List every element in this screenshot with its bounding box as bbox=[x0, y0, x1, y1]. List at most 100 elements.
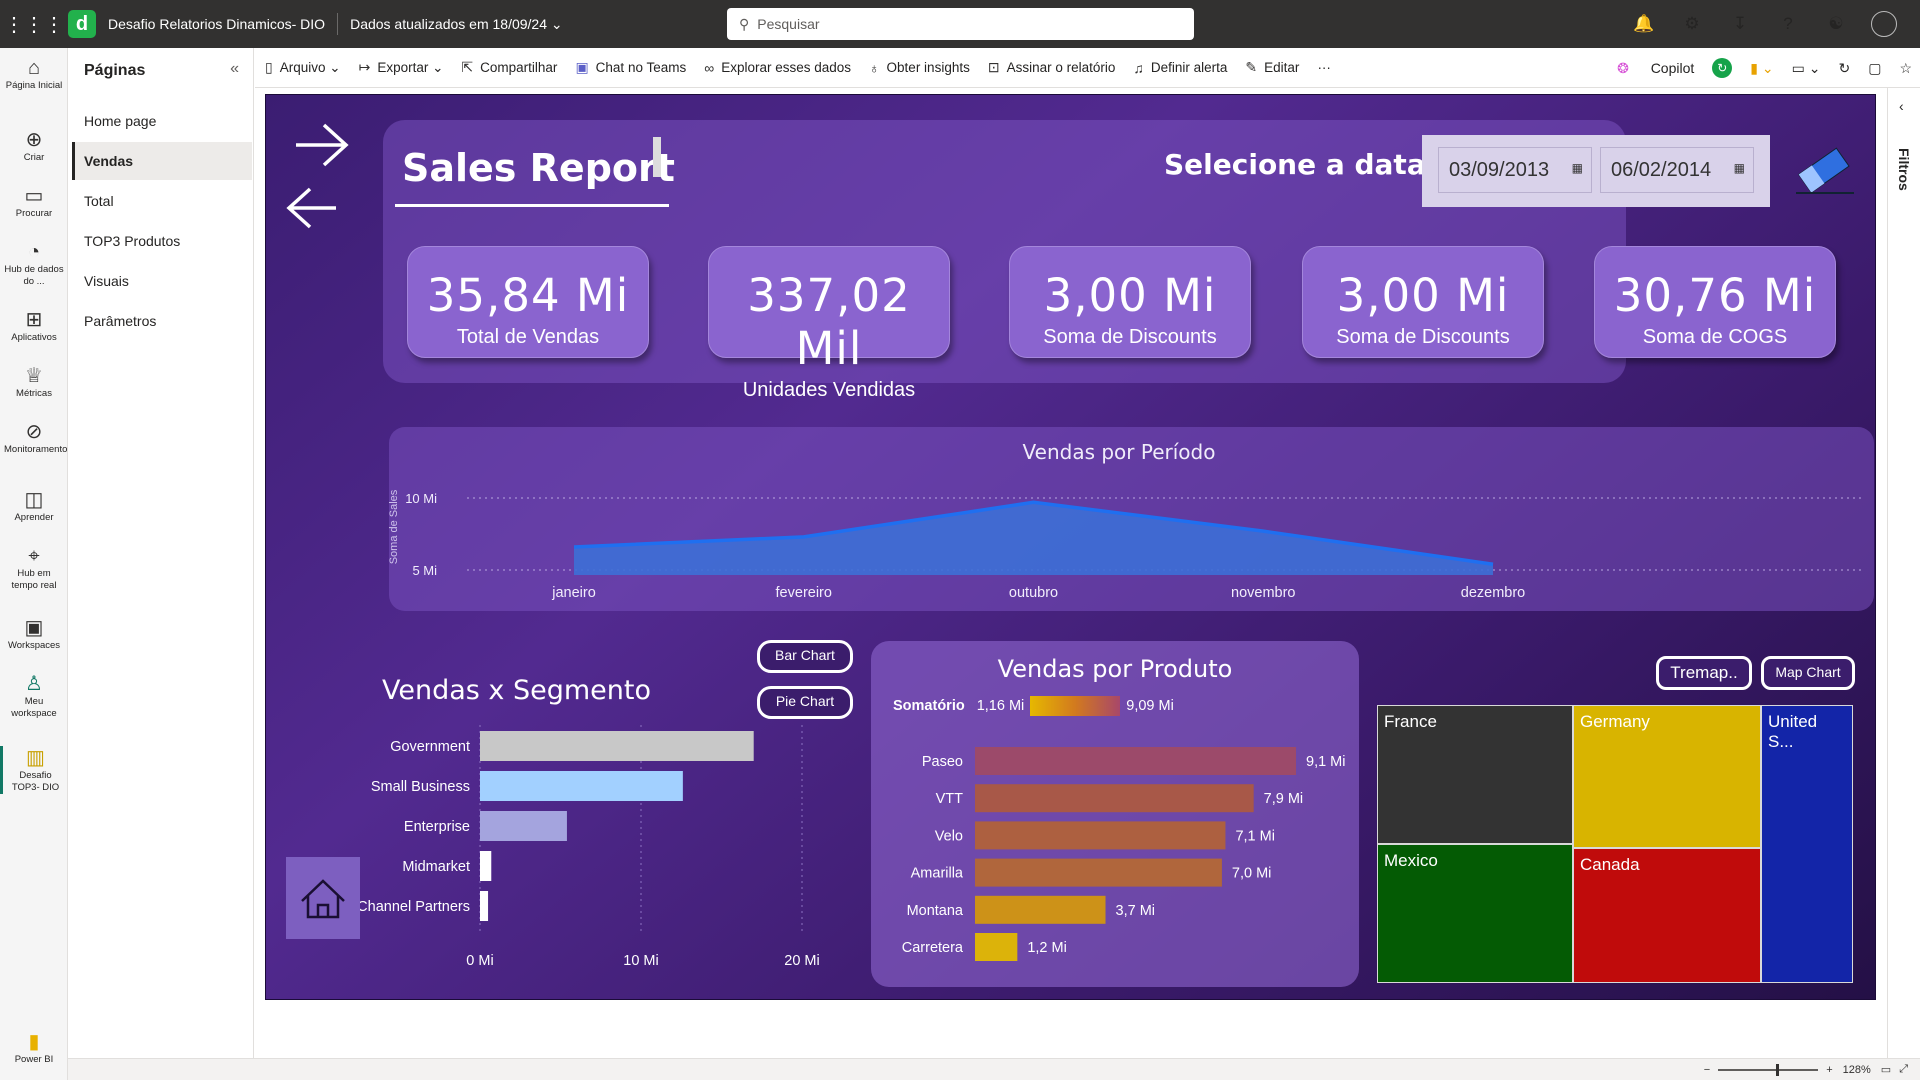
x-tick-label: 0 Mi bbox=[466, 953, 493, 969]
chevron-down-icon: ⌄ bbox=[550, 15, 563, 32]
alert-button[interactable]: ♫ Definir alerta bbox=[1133, 60, 1227, 76]
product-bar-chart: Paseo 9,1 Mi VTT 7,9 Mi Velo 7,1 Mi Amarilla 7,… bbox=[871, 740, 1359, 980]
toolbar-label: Assinar o relatório bbox=[1006, 60, 1116, 75]
page-item-parametros[interactable]: Parâmetros bbox=[72, 302, 252, 340]
zoom-slider[interactable] bbox=[1718, 1063, 1819, 1076]
bell-icon[interactable]: 🔔 bbox=[1620, 14, 1668, 34]
bar[interactable] bbox=[480, 731, 754, 761]
home-button[interactable] bbox=[286, 857, 360, 939]
toolbar-label: Obter insights bbox=[886, 60, 970, 75]
zoom-level[interactable]: 128% bbox=[1843, 1064, 1871, 1076]
bar[interactable] bbox=[975, 933, 1018, 961]
bar[interactable] bbox=[480, 771, 683, 801]
bar[interactable] bbox=[975, 784, 1254, 813]
page-item-visuais[interactable]: Visuais bbox=[72, 262, 252, 300]
treemap-tile-germany[interactable]: Germany bbox=[1573, 705, 1761, 848]
bar[interactable] bbox=[975, 821, 1226, 850]
fit-page-icon[interactable]: ▭ bbox=[1881, 1063, 1891, 1076]
zoom-out-button[interactable]: − bbox=[1704, 1064, 1710, 1076]
kpi-card-cogs: 30,76 Mi Soma de COGS bbox=[1594, 246, 1836, 358]
nav-browse[interactable]: ▭ Procurar bbox=[0, 184, 68, 220]
nav-my-workspace[interactable]: ♙ Meu workspace bbox=[0, 672, 68, 720]
segment-chart-title: Vendas x Segmento bbox=[382, 675, 652, 706]
teams-chat-button[interactable]: ▣ Chat no Teams bbox=[575, 59, 686, 76]
date-prompt: Selecione a data bbox=[1164, 148, 1426, 181]
page-item-total[interactable]: Total bbox=[72, 182, 252, 220]
nav-monitoring[interactable]: ⊘ Monitoramento bbox=[0, 420, 68, 456]
nav-powerbi[interactable]: ▮ Power BI bbox=[0, 1030, 68, 1066]
date-start-input[interactable]: 03/09/2013 ▦ bbox=[1438, 147, 1592, 193]
collapse-icon[interactable]: « bbox=[230, 60, 239, 78]
eraser-icon[interactable] bbox=[1794, 147, 1856, 197]
chevron-left-icon[interactable]: ‹ bbox=[1899, 98, 1904, 114]
left-nav: ⌂ Página Inicial ⊕ Criar ▭ Procurar ◔ Hub de… bbox=[0, 48, 68, 1080]
nav-create[interactable]: ⊕ Criar bbox=[0, 128, 68, 164]
comment-icon[interactable]: ▢ bbox=[1868, 60, 1881, 77]
treemap-tile-france[interactable]: France bbox=[1377, 705, 1573, 844]
nav-workspaces[interactable]: ▣ Workspaces bbox=[0, 616, 68, 652]
more-button[interactable]: ··· bbox=[1317, 60, 1331, 75]
arrow-right-icon[interactable] bbox=[294, 121, 350, 169]
pages-pane: Páginas « Home page Vendas Total TOP3 Pr… bbox=[68, 48, 254, 1058]
copilot-button[interactable]: ❂ Copilot bbox=[1599, 60, 1694, 77]
page-item-home[interactable]: Home page bbox=[72, 102, 252, 140]
nav-apps[interactable]: ⊞ Aplicativos bbox=[0, 308, 68, 344]
edit-button[interactable]: ✎ Editar bbox=[1245, 59, 1299, 76]
bar[interactable] bbox=[480, 891, 489, 921]
bookmark-icon[interactable]: ▮ ⌄ bbox=[1750, 60, 1773, 77]
help-icon[interactable]: ? bbox=[1764, 14, 1812, 34]
bar-chart-button[interactable]: Bar Chart bbox=[757, 640, 853, 673]
gear-icon[interactable]: ⚙ bbox=[1668, 14, 1716, 34]
filters-pane[interactable]: ‹ Filtros bbox=[1887, 88, 1920, 1058]
page-item-top3[interactable]: TOP3 Produtos bbox=[72, 222, 252, 260]
zoom-in-button[interactable]: + bbox=[1826, 1064, 1832, 1076]
search-input[interactable]: ⚲ Pesquisar bbox=[727, 8, 1194, 40]
pie-chart-button[interactable]: Pie Chart bbox=[757, 686, 853, 719]
nav-learn[interactable]: ◫ Aprender bbox=[0, 488, 68, 524]
arrow-left-icon[interactable] bbox=[286, 185, 338, 231]
nav-current-report[interactable]: ▥ Desafio TOP3- DIO bbox=[0, 746, 68, 794]
data-updated-dropdown[interactable]: Dados atualizados em 18/09/24 ⌄ bbox=[350, 16, 563, 33]
report-name[interactable]: Desafio Relatorios Dinamicos- DIO bbox=[108, 16, 325, 32]
file-menu[interactable]: ▯ Arquivo ⌄ bbox=[265, 59, 341, 76]
insights-button[interactable]: ♁ Obter insights bbox=[869, 60, 970, 76]
treemap-tile-mexico[interactable]: Mexico bbox=[1377, 844, 1573, 983]
nav-home[interactable]: ⌂ Página Inicial bbox=[0, 56, 68, 92]
bar[interactable] bbox=[975, 895, 1106, 924]
zoom-slider-thumb[interactable] bbox=[1776, 1063, 1780, 1076]
date-end-input[interactable]: 06/02/2014 ▦ bbox=[1600, 147, 1754, 193]
category-label: Amarilla bbox=[911, 866, 964, 882]
map-chart-button[interactable]: Map Chart bbox=[1761, 656, 1855, 690]
nav-label: Power BI bbox=[14, 1054, 54, 1065]
nav-realtime[interactable]: ⌖ Hub em tempo real bbox=[0, 544, 68, 592]
reload-icon[interactable]: ↻ bbox=[1838, 60, 1850, 77]
subscribe-button[interactable]: ⊡ Assinar o relatório bbox=[988, 59, 1116, 76]
explore-data-button[interactable]: ∞ Explorar esses dados bbox=[704, 60, 851, 76]
treemap-tile-united-states[interactable]: United S... bbox=[1761, 705, 1853, 983]
legend-min: 1,16 Mi bbox=[976, 698, 1025, 714]
nav-label: Meu workspace bbox=[11, 696, 57, 719]
tile-label: Canada bbox=[1580, 855, 1640, 874]
fullscreen-icon[interactable]: ⤢ bbox=[1899, 1063, 1908, 1076]
nav-metrics[interactable]: ♕ Métricas bbox=[0, 364, 68, 400]
view-icon[interactable]: ▭ ⌄ bbox=[1792, 60, 1821, 77]
share-people-icon[interactable]: ☯ bbox=[1812, 14, 1860, 34]
nav-label: Criar bbox=[23, 152, 45, 163]
title-cursor bbox=[653, 137, 661, 177]
export-menu[interactable]: ↦ Exportar ⌄ bbox=[359, 59, 444, 76]
share-button[interactable]: ⇱ Compartilhar bbox=[461, 59, 557, 76]
nav-data-hub[interactable]: ◔ Hub de dados do ... bbox=[0, 240, 68, 288]
tile-label: France bbox=[1384, 712, 1437, 731]
bar[interactable] bbox=[975, 858, 1222, 887]
bar[interactable] bbox=[480, 851, 492, 881]
download-icon[interactable]: ↧ bbox=[1716, 14, 1764, 34]
favorite-icon[interactable]: ☆ bbox=[1899, 60, 1912, 77]
app-launcher-icon[interactable]: ⋮⋮⋮ bbox=[0, 0, 68, 48]
treemap-button[interactable]: Tremap.. bbox=[1656, 656, 1752, 690]
treemap-tile-canada[interactable]: Canada bbox=[1573, 848, 1761, 983]
avatar[interactable] bbox=[1871, 11, 1897, 37]
bar[interactable] bbox=[480, 811, 567, 841]
page-item-vendas[interactable]: Vendas bbox=[72, 142, 252, 180]
refresh-badge-icon[interactable]: ↻ bbox=[1712, 58, 1733, 78]
bar[interactable] bbox=[975, 747, 1296, 775]
